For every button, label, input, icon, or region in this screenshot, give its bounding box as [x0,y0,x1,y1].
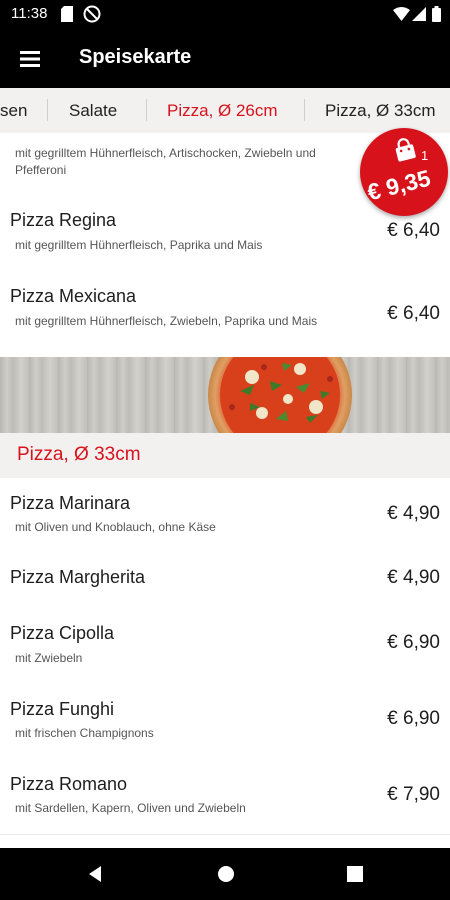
status-bar: 11:38 [0,0,450,30]
item-price: € 7,90 [387,784,440,805]
battery-icon [432,6,441,22]
signal-icon [412,7,426,21]
app-bar: Speisekarte [0,30,450,88]
tab-divider [47,99,48,121]
sd-card-icon [61,6,73,22]
system-nav-bar [0,848,450,900]
item-name: Pizza Margherita [10,567,146,587]
home-icon[interactable] [217,865,235,883]
item-price: € 4,90 [387,567,440,588]
item-name: Pizza Mexicana [10,286,137,306]
cart-total: € 9,35 [364,164,434,206]
pizza-icon [208,357,352,433]
item-description: mit Zwiebeln [15,651,83,665]
item-description: mit frischen Champignons [15,726,154,740]
item-description: mit gegrilltem Hühnerfleisch, Zwiebeln, … [15,314,318,328]
list-item[interactable]: Pizza Funghi mit frischen Champignons € … [0,683,450,759]
item-name: Pizza Marinara [10,493,131,513]
item-description: mit Sardellen, Kapern, Oliven und Zwiebe… [15,801,246,815]
tab-divider [146,99,147,121]
list-item[interactable]: Pizza Marinara mit Oliven und Knoblauch,… [0,478,450,554]
page-title: Speisekarte [79,46,192,68]
pizza-banner-image [0,357,450,433]
list-item[interactable]: Pizza Cipolla mit Zwiebeln € 6,90 [0,604,450,684]
tab-divider [304,99,305,121]
cart-badge-button[interactable]: 1 € 9,35 [360,128,448,216]
section-header: Pizza, Ø 33cm [0,433,450,479]
cart-count: 1 [421,148,429,163]
item-name: Pizza Funghi [10,699,115,719]
item-price: € 6,90 [387,632,440,653]
item-price: € 4,90 [387,503,440,524]
item-price: € 6,40 [387,220,440,241]
category-tabs: sen Salate Pizza, Ø 26cm Pizza, Ø 33cm [0,88,450,134]
item-price: € 6,90 [387,708,440,729]
item-description: mit gegrilltem Hühnerfleisch, Artischock… [15,146,316,177]
tab-prev[interactable]: sen [0,88,27,133]
item-name: Pizza Regina [10,210,117,230]
item-price: € 6,40 [387,303,440,324]
list-item[interactable]: Pizza Mexicana mit gegrilltem Hühnerflei… [0,267,450,358]
wifi-icon [393,7,410,21]
list-item[interactable]: Pizza Margherita € 4,90 [0,553,450,605]
back-icon[interactable] [86,865,104,883]
list-item[interactable]: Pizza Romano mit Sardellen, Kapern, Oliv… [0,758,450,835]
recents-icon[interactable] [347,866,363,882]
item-name: Pizza Cipolla [10,623,115,643]
tab-pizza-33[interactable]: Pizza, Ø 33cm [325,88,436,133]
menu-list: mit gegrilltem Hühnerfleisch, Artischock… [0,133,450,848]
section-title: Pizza, Ø 33cm [17,444,141,465]
status-time: 11:38 [11,5,48,22]
item-name: Pizza Romano [10,774,128,794]
item-description: mit gegrilltem Hühnerfleisch, Paprika un… [15,238,263,252]
hamburger-menu-icon[interactable] [14,44,46,74]
do-not-disturb-icon [83,5,101,23]
shopping-bag-icon [395,138,416,162]
tab-pizza-26[interactable]: Pizza, Ø 26cm [167,88,278,133]
item-description: mit Oliven und Knoblauch, ohne Käse [15,520,216,534]
tab-salate[interactable]: Salate [69,88,117,133]
